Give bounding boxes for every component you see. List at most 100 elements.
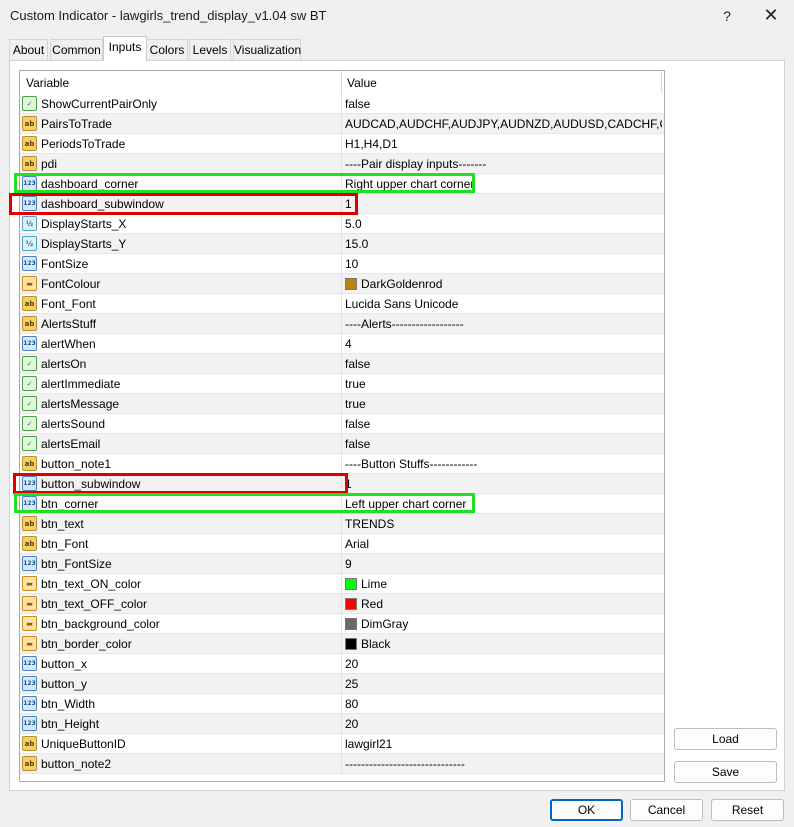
table-row[interactable]: ▬ btn_text_ON_color Lime (20, 574, 664, 594)
table-row[interactable]: ▬ btn_border_color Black (20, 634, 664, 654)
table-row[interactable]: ab PairsToTrade AUDCAD,AUDCHF,AUDJPY,AUDNZ… (20, 114, 664, 134)
table-row[interactable]: 123 FontSize 10 (20, 254, 664, 274)
window-title: Custom Indicator - lawgirls_trend_displa… (10, 8, 327, 23)
variable-value[interactable]: false (345, 97, 662, 111)
color-name: Black (361, 637, 391, 651)
variable-value[interactable]: ----Alerts------------------ (345, 317, 662, 331)
variable-value[interactable]: 20 (345, 657, 662, 671)
variable-value[interactable]: false (345, 417, 662, 431)
variable-value[interactable]: 80 (345, 697, 662, 711)
variable-value[interactable]: ------------------------------ (345, 757, 662, 771)
variable-name: alertsMessage (41, 397, 120, 411)
variable-value[interactable]: 25 (345, 677, 662, 691)
variable-value[interactable]: lawgirl21 (345, 737, 662, 751)
variable-value[interactable]: false (345, 357, 662, 371)
column-divider[interactable] (341, 71, 342, 93)
table-row[interactable]: 123 alertWhen 4 (20, 334, 664, 354)
variable-value[interactable]: 10 (345, 257, 662, 271)
table-row[interactable]: ab Font_Font Lucida Sans Unicode (20, 294, 664, 314)
variable-value[interactable]: ----Button Stuffs------------ (345, 457, 662, 471)
table-row[interactable]: 123 button_subwindow 1 (20, 474, 664, 494)
variable-value[interactable]: Red (345, 597, 662, 611)
table-row[interactable]: ✓ alertsOn false (20, 354, 664, 374)
variable-value[interactable]: AUDCAD,AUDCHF,AUDJPY,AUDNZD,AUDUSD,CADCH… (345, 117, 662, 131)
table-row[interactable]: 123 dashboard_corner Right upper chart cor… (20, 174, 664, 194)
load-button[interactable]: Load (674, 728, 777, 750)
save-button[interactable]: Save (674, 761, 777, 783)
variable-value[interactable]: DimGray (345, 617, 662, 631)
variable-name: btn_corner (41, 497, 99, 511)
variable-value[interactable]: Lime (345, 577, 662, 591)
table-row[interactable]: ▬ FontColour DarkGoldenrod (20, 274, 664, 294)
variable-value[interactable]: 15.0 (345, 237, 662, 251)
integer-type-icon: 123 (22, 336, 37, 351)
table-row[interactable]: ✓ alertsSound false (20, 414, 664, 434)
variable-value[interactable]: 20 (345, 717, 662, 731)
variable-value[interactable]: true (345, 377, 662, 391)
table-row[interactable]: ½ DisplayStarts_X 5.0 (20, 214, 664, 234)
help-button[interactable]: ? (713, 0, 741, 32)
variable-value[interactable]: 1 (345, 477, 662, 491)
variable-value[interactable]: false (345, 437, 662, 451)
table-row[interactable]: ab pdi ----Pair display inputs------- (20, 154, 664, 174)
table-row[interactable]: ab btn_Font Arial (20, 534, 664, 554)
variable-value[interactable]: Right upper chart corner (345, 177, 662, 191)
variable-name: Font_Font (41, 297, 96, 311)
table-row[interactable]: 123 button_x 20 (20, 654, 664, 674)
table-row[interactable]: 123 btn_corner Left upper chart corner (20, 494, 664, 514)
double-type-icon: ½ (22, 216, 37, 231)
color-name: Red (361, 597, 384, 611)
cancel-button[interactable]: Cancel (630, 799, 703, 821)
table-row[interactable]: 123 dashboard_subwindow 1 (20, 194, 664, 214)
tab-colors[interactable]: Colors (146, 39, 188, 60)
tab-common[interactable]: Common (50, 39, 103, 60)
table-row[interactable]: 123 button_y 25 (20, 674, 664, 694)
column-divider (341, 654, 342, 674)
table-row[interactable]: 123 btn_FontSize 9 (20, 554, 664, 574)
close-button[interactable]: ✕ (756, 0, 786, 32)
variable-value[interactable]: 1 (345, 197, 662, 211)
variable-name: FontSize (41, 257, 89, 271)
table-row[interactable]: ab AlertsStuff ----Alerts-----------------… (20, 314, 664, 334)
variable-value[interactable]: 5.0 (345, 217, 662, 231)
variable-value[interactable]: 9 (345, 557, 662, 571)
variable-column-header[interactable]: Variable (26, 76, 69, 90)
table-row[interactable]: ▬ btn_text_OFF_color Red (20, 594, 664, 614)
table-row[interactable]: ✓ alertImmediate true (20, 374, 664, 394)
variable-value[interactable]: Black (345, 637, 662, 651)
reset-button[interactable]: Reset (711, 799, 784, 821)
tab-inputs[interactable]: Inputs (103, 36, 147, 61)
value-column-header[interactable]: Value (347, 76, 377, 90)
variable-value[interactable]: ----Pair display inputs------- (345, 157, 662, 171)
tab-visualization[interactable]: Visualization (233, 39, 301, 60)
table-row[interactable]: ✓ ShowCurrentPairOnly false (20, 94, 664, 114)
tab-levels[interactable]: Levels (189, 39, 231, 60)
table-row[interactable]: ✓ alertsMessage true (20, 394, 664, 414)
column-divider (341, 554, 342, 574)
table-row[interactable]: ✓ alertsEmail false (20, 434, 664, 454)
variable-value[interactable]: Arial (345, 537, 662, 551)
table-row[interactable]: ½ DisplayStarts_Y 15.0 (20, 234, 664, 254)
table-row[interactable]: ▬ btn_background_color DimGray (20, 614, 664, 634)
table-row[interactable]: ab PeriodsToTrade H1,H4,D1 (20, 134, 664, 154)
table-row[interactable]: 123 btn_Height 20 (20, 714, 664, 734)
table-row[interactable]: ab UniqueButtonID lawgirl21 (20, 734, 664, 754)
color-type-icon: ▬ (22, 616, 37, 631)
table-row[interactable]: ab button_note2 --------------------------… (20, 754, 664, 774)
color-type-icon: ▬ (22, 276, 37, 291)
table-row[interactable]: ab button_note1 ----Button Stuffs---------… (20, 454, 664, 474)
variable-name: btn_border_color (41, 637, 132, 651)
variable-value[interactable]: TRENDS (345, 517, 662, 531)
variable-value[interactable]: true (345, 397, 662, 411)
column-divider (341, 294, 342, 314)
ok-button[interactable]: OK (550, 799, 623, 821)
variable-value[interactable]: DarkGoldenrod (345, 277, 662, 291)
variable-value[interactable]: Left upper chart corner (345, 497, 662, 511)
table-row[interactable]: ab btn_text TRENDS (20, 514, 664, 534)
variable-value[interactable]: Lucida Sans Unicode (345, 297, 662, 311)
table-row[interactable]: 123 btn_Width 80 (20, 694, 664, 714)
variable-name: btn_text (41, 517, 84, 531)
variable-value[interactable]: 4 (345, 337, 662, 351)
tab-about[interactable]: About (9, 39, 48, 60)
variable-value[interactable]: H1,H4,D1 (345, 137, 662, 151)
